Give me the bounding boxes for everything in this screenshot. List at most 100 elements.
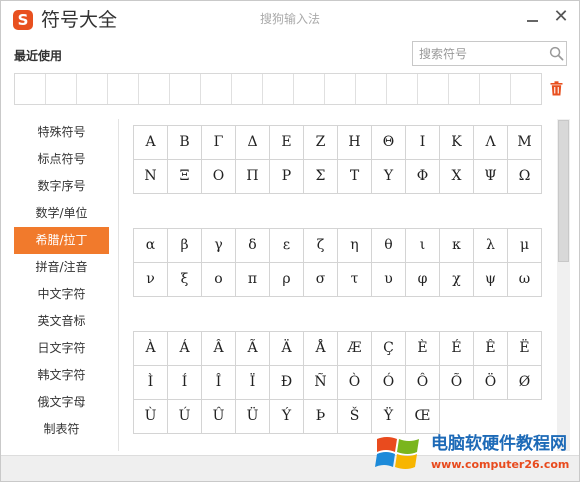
symbol-cell[interactable]: Î	[202, 366, 236, 400]
symbol-cell[interactable]: Ó	[372, 366, 406, 400]
symbol-cell[interactable]: Α	[134, 126, 168, 160]
symbol-cell[interactable]: Ð	[270, 366, 304, 400]
symbol-cell[interactable]: π	[236, 263, 270, 297]
symbol-cell[interactable]: ρ	[270, 263, 304, 297]
recent-slot[interactable]	[170, 74, 201, 104]
symbol-cell[interactable]: Ú	[168, 400, 202, 434]
symbol-cell[interactable]: ε	[270, 229, 304, 263]
symbol-cell[interactable]: Λ	[474, 126, 508, 160]
search-box[interactable]	[412, 41, 567, 66]
symbol-cell[interactable]: Π	[236, 160, 270, 194]
symbol-cell[interactable]: η	[338, 229, 372, 263]
trash-icon[interactable]	[550, 81, 563, 96]
symbol-cell[interactable]: Ö	[474, 366, 508, 400]
recent-slot[interactable]	[15, 74, 46, 104]
symbol-cell[interactable]: Κ	[440, 126, 474, 160]
search-input[interactable]	[413, 42, 543, 65]
recent-slot[interactable]	[449, 74, 480, 104]
recent-slot[interactable]	[387, 74, 418, 104]
symbol-cell[interactable]: Û	[202, 400, 236, 434]
title-bar[interactable]: S 符号大全 搜狗输入法 ✕	[1, 1, 579, 37]
recent-slot[interactable]	[139, 74, 170, 104]
symbol-cell[interactable]: Ξ	[168, 160, 202, 194]
symbol-cell[interactable]: μ	[508, 229, 542, 263]
symbol-cell[interactable]: Ï	[236, 366, 270, 400]
symbol-cell[interactable]: Í	[168, 366, 202, 400]
symbol-cell[interactable]: Ã	[236, 332, 270, 366]
recent-slot[interactable]	[108, 74, 139, 104]
symbol-cell[interactable]: ο	[202, 263, 236, 297]
sidebar-item[interactable]: 特殊符号	[14, 119, 109, 146]
sidebar-item[interactable]: 标点符号	[14, 146, 109, 173]
symbol-cell[interactable]: Ñ	[304, 366, 338, 400]
symbol-cell[interactable]: Ô	[406, 366, 440, 400]
symbol-cell[interactable]: Φ	[406, 160, 440, 194]
symbol-cell[interactable]: λ	[474, 229, 508, 263]
symbol-cell[interactable]: À	[134, 332, 168, 366]
symbol-cell[interactable]: Υ	[372, 160, 406, 194]
symbol-cell[interactable]: Ü	[236, 400, 270, 434]
recent-slot[interactable]	[418, 74, 449, 104]
symbol-cell[interactable]: Δ	[236, 126, 270, 160]
symbol-cell[interactable]: Õ	[440, 366, 474, 400]
symbol-cell[interactable]: Τ	[338, 160, 372, 194]
sidebar-item[interactable]: 韩文字符	[14, 362, 109, 389]
sidebar-item[interactable]: 数字序号	[14, 173, 109, 200]
symbol-cell[interactable]: ξ	[168, 263, 202, 297]
recent-slot[interactable]	[46, 74, 77, 104]
symbol-cell[interactable]: Ο	[202, 160, 236, 194]
recent-slot[interactable]	[294, 74, 325, 104]
symbol-cell[interactable]: Þ	[304, 400, 338, 434]
symbol-cell[interactable]: φ	[406, 263, 440, 297]
symbol-cell[interactable]: Θ	[372, 126, 406, 160]
sidebar-item[interactable]: 拼音/注音	[14, 254, 109, 281]
symbol-cell[interactable]: ψ	[474, 263, 508, 297]
symbol-cell[interactable]: Œ	[406, 400, 440, 434]
symbol-cell[interactable]: ζ	[304, 229, 338, 263]
symbol-cell[interactable]: Ê	[474, 332, 508, 366]
symbol-cell[interactable]: Š	[338, 400, 372, 434]
symbol-cell[interactable]: β	[168, 229, 202, 263]
symbol-cell[interactable]: Ν	[134, 160, 168, 194]
recent-slot[interactable]	[356, 74, 387, 104]
symbol-cell[interactable]: Ω	[508, 160, 542, 194]
symbol-cell[interactable]: κ	[440, 229, 474, 263]
sidebar-item[interactable]: 英文音标	[14, 308, 109, 335]
sidebar-item[interactable]: 日文字符	[14, 335, 109, 362]
symbol-cell[interactable]: θ	[372, 229, 406, 263]
sidebar-item[interactable]: 俄文字母	[14, 389, 109, 416]
recent-slot[interactable]	[77, 74, 108, 104]
symbol-cell[interactable]: γ	[202, 229, 236, 263]
symbol-cell[interactable]: Ä	[270, 332, 304, 366]
symbol-cell[interactable]: Ψ	[474, 160, 508, 194]
symbol-cell[interactable]: ν	[134, 263, 168, 297]
symbol-cell[interactable]: Χ	[440, 160, 474, 194]
symbol-cell[interactable]: É	[440, 332, 474, 366]
symbol-cell[interactable]: Â	[202, 332, 236, 366]
symbol-cell[interactable]: Ι	[406, 126, 440, 160]
symbol-cell[interactable]: Σ	[304, 160, 338, 194]
recent-slot[interactable]	[511, 74, 541, 104]
recent-slot[interactable]	[480, 74, 511, 104]
symbol-cell[interactable]: Ò	[338, 366, 372, 400]
symbol-cell[interactable]: υ	[372, 263, 406, 297]
symbol-cell[interactable]: Æ	[338, 332, 372, 366]
recent-slot[interactable]	[201, 74, 232, 104]
symbol-cell[interactable]: α	[134, 229, 168, 263]
sidebar-item[interactable]: 希腊/拉丁	[14, 227, 109, 254]
symbol-cell[interactable]: ω	[508, 263, 542, 297]
symbol-cell[interactable]: È	[406, 332, 440, 366]
symbol-cell[interactable]: δ	[236, 229, 270, 263]
symbol-cell[interactable]: Ζ	[304, 126, 338, 160]
sidebar-item[interactable]: 中文字符	[14, 281, 109, 308]
sidebar-item[interactable]: 制表符	[14, 416, 109, 443]
minimize-button[interactable]	[525, 8, 541, 28]
symbol-cell[interactable]: Ρ	[270, 160, 304, 194]
symbol-cell[interactable]: Ý	[270, 400, 304, 434]
symbol-cell[interactable]: Μ	[508, 126, 542, 160]
symbol-cell[interactable]: Ε	[270, 126, 304, 160]
symbol-cell[interactable]: Η	[338, 126, 372, 160]
recent-slot[interactable]	[325, 74, 356, 104]
symbol-cell[interactable]: Å	[304, 332, 338, 366]
symbol-cell[interactable]: Ë	[508, 332, 542, 366]
